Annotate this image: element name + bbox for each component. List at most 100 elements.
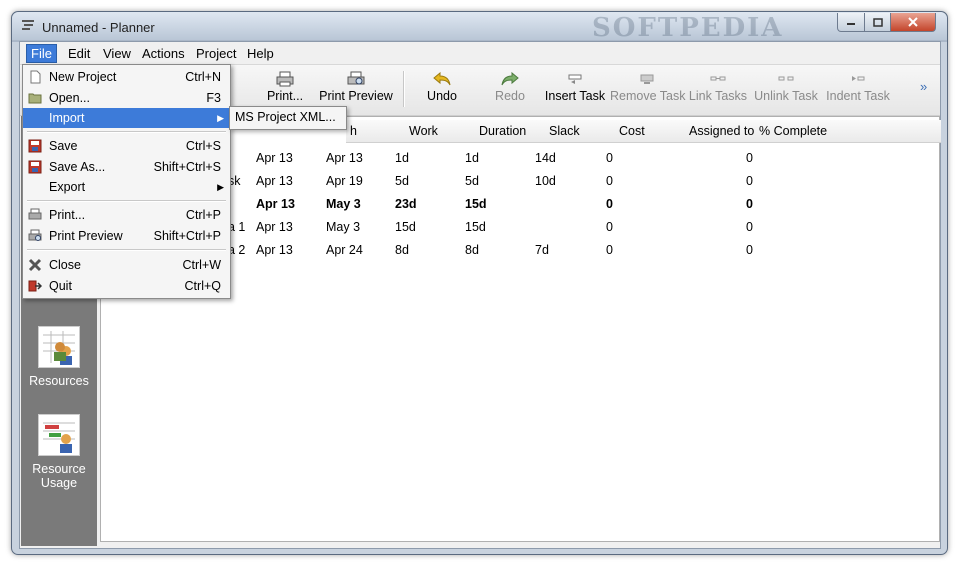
menu-file[interactable]: File [26,44,57,63]
cell-finish: Apr 24 [326,243,363,257]
undo-button[interactable]: Undo [417,69,467,103]
cell-duration: 5d [465,174,479,188]
cell-start: Apr 13 [256,243,293,257]
cell-duration: 15d [465,220,486,234]
cell-work: 15d [395,220,416,234]
cell-work: 5d [395,174,409,188]
menu-actions[interactable]: Actions [138,45,189,62]
menu-item-print-preview[interactable]: Print Preview Shift+Ctrl+P [23,226,230,246]
column-header-slack[interactable]: Slack [545,120,616,143]
menu-edit[interactable]: Edit [64,45,94,62]
print-preview-button[interactable]: Print Preview [316,69,396,103]
cell-duration: 1d [465,151,479,165]
cell-cost: 0 [606,243,613,257]
remove-task-button[interactable]: Remove Task [610,69,686,103]
cell-finish: Apr 19 [326,174,363,188]
cell-duration: 15d [465,197,487,211]
cell-start: Apr 13 [256,174,293,188]
cell-finish: May 3 [326,220,361,234]
close-icon [908,17,918,27]
link-tasks-icon [710,76,726,81]
new-document-icon [30,70,41,84]
menu-help[interactable]: Help [243,45,278,62]
cell-slack: 7d [535,243,549,257]
resource-usage-label-2: Usage [40,476,78,490]
cell-finish: Apr 13 [326,151,363,165]
menu-item-export[interactable]: Export ▶ [23,177,230,197]
sidebar-item-resource-usage[interactable]: Resource Usage [21,414,97,490]
cell-percent-complete: 0 [746,197,753,211]
cell-start: Apr 13 [256,151,293,165]
menu-separator [27,131,226,133]
unlink-task-icon [778,76,794,81]
minimize-icon [847,23,855,25]
cell-percent-complete: 0 [746,220,753,234]
folder-icon [28,93,42,104]
resources-icon [38,326,80,368]
menu-separator [27,249,226,251]
redo-button[interactable]: Redo [485,69,535,103]
cell-cost: 0 [606,220,613,234]
menu-separator [27,200,226,202]
menu-item-ms-project-xml[interactable]: MS Project XML... [235,110,336,124]
menu-bar: File Edit View Actions Project Help [20,42,940,65]
unlink-task-button[interactable]: Unlink Task [753,69,819,103]
status-bar [20,542,940,548]
menu-item-save-as[interactable]: Save As... Shift+Ctrl+S [23,157,230,177]
cell-cost: 0 [606,197,613,211]
resource-usage-label-1: Resource [32,462,86,476]
window-title: Unnamed - Planner [42,20,155,35]
toolbar-overflow-button[interactable]: » [920,79,927,94]
column-header-percent-complete[interactable]: % Complete [755,120,941,143]
printer-icon [28,208,42,220]
column-header-work[interactable]: Work [405,120,476,143]
cell-cost: 0 [606,174,613,188]
menu-item-save[interactable]: Save Ctrl+S [23,136,230,156]
cell-percent-complete: 0 [746,243,753,257]
cell-percent-complete: 0 [746,174,753,188]
insert-task-button[interactable]: Insert Task [542,69,608,103]
close-window-button[interactable] [890,13,936,32]
link-tasks-button[interactable]: Link Tasks [688,69,748,103]
column-header-finish[interactable]: h [346,120,411,143]
menu-project[interactable]: Project [192,45,240,62]
menu-item-new-project[interactable]: New Project Ctrl+N [23,67,230,87]
minimize-button[interactable] [837,13,865,32]
menu-item-open[interactable]: Open... F3 [23,88,230,108]
file-menu-dropdown: New Project Ctrl+N Open... F3 Import ▶ Save… [22,64,231,299]
planner-app-icon [22,20,34,30]
insert-task-icon [568,74,582,84]
printer-icon [276,71,294,87]
menu-view[interactable]: View [99,45,135,62]
softpedia-watermark: SOFTPEDIA [592,13,784,43]
maximize-icon [872,17,883,27]
cell-start: Apr 13 [256,197,295,211]
cell-slack: 10d [535,174,556,188]
title-bar[interactable]: Unnamed - Planner SOFTPEDIA [12,12,947,43]
column-header-cost[interactable]: Cost [615,120,686,143]
cell-slack: 14d [535,151,556,165]
column-header-assigned-to[interactable]: Assigned to [685,120,756,143]
column-header-duration[interactable]: Duration [475,120,546,143]
maximize-button[interactable] [864,13,891,32]
toolbar-separator [403,71,405,107]
cell-start: Apr 13 [256,220,293,234]
import-submenu: MS Project XML... [229,106,347,130]
menu-item-import[interactable]: Import ▶ [23,108,230,128]
menu-item-close[interactable]: Close Ctrl+W [23,255,230,275]
indent-task-button[interactable]: Indent Task [823,69,893,103]
cell-work: 1d [395,151,409,165]
save-as-icon [28,160,42,174]
save-icon [28,139,42,153]
cell-duration: 8d [465,243,479,257]
menu-item-print[interactable]: Print... Ctrl+P [23,205,230,225]
redo-icon [501,71,519,86]
sidebar-item-resources[interactable]: Resources [21,326,97,388]
resources-label: Resources [29,374,89,388]
print-button[interactable]: Print... [260,69,310,103]
submenu-arrow-icon: ▶ [217,182,224,192]
menu-item-quit[interactable]: Quit Ctrl+Q [23,276,230,296]
close-icon [28,258,42,272]
cell-work: 8d [395,243,409,257]
submenu-arrow-icon: ▶ [217,113,224,123]
